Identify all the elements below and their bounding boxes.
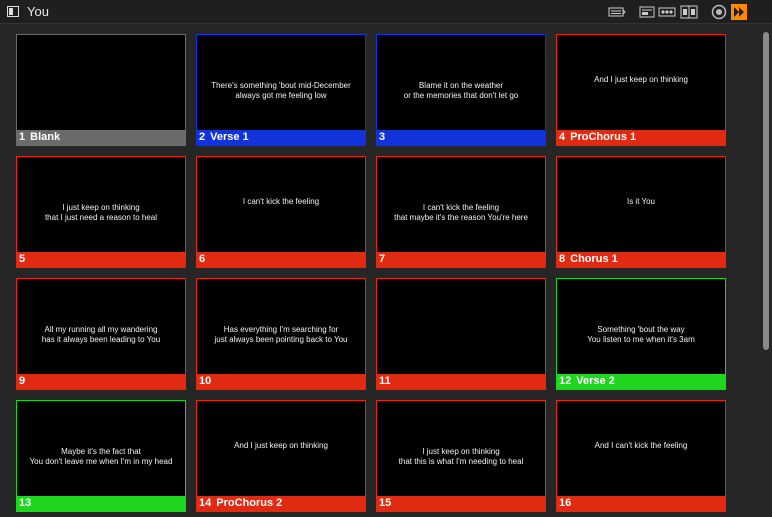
slide-label: 1 Blank (17, 130, 185, 145)
slide-label: 16 (557, 496, 725, 511)
vertical-scrollbar[interactable] (762, 28, 770, 514)
slide-lyrics (377, 297, 545, 373)
slide-number: 1 (19, 131, 26, 143)
slide-tile[interactable]: I can't kick the feeling that maybe it's… (376, 156, 546, 268)
slide-lyrics: Maybe it's the fact that You don't leave… (29, 447, 173, 466)
slide-number: 16 (559, 497, 572, 509)
slide-number: 4 (559, 131, 566, 143)
slide-number: 8 (559, 253, 566, 265)
slide-group-name: Verse 1 (210, 131, 249, 143)
slide-number: 13 (19, 497, 32, 509)
slide-lyrics: Blame it on the weather or the memories … (403, 81, 519, 100)
slide-label: 5 (17, 252, 185, 267)
slide-label: 7 (377, 252, 545, 267)
slide-label: 12 Verse 2 (557, 374, 725, 389)
slide-number: 6 (199, 253, 206, 265)
audio-icon[interactable] (658, 4, 676, 20)
slide-lyrics: All my running all my wandering has it a… (41, 325, 161, 344)
slide-lyrics: I can't kick the feeling that maybe it's… (394, 203, 528, 222)
split-icon[interactable] (680, 4, 698, 20)
slide-grid: 1 Blank There's something 'bout mid-Decemb… (0, 24, 758, 515)
slide-group-name: ProChorus 2 (216, 497, 283, 509)
play-next-icon[interactable] (730, 4, 748, 20)
slide-number: 7 (379, 253, 386, 265)
slide-number: 3 (379, 131, 386, 143)
slide-label: 11 (377, 374, 545, 389)
slide-label: 13 (17, 496, 185, 511)
presentation-icon[interactable] (7, 6, 19, 17)
keyboard-icon[interactable] (608, 4, 626, 20)
slide-label: 4 ProChorus 1 (557, 130, 725, 145)
slide-number: 10 (199, 375, 212, 387)
scroll-thumb[interactable] (763, 32, 769, 350)
record-icon[interactable] (710, 4, 728, 20)
slide-tile[interactable]: I just keep on thinking that this is wha… (376, 400, 546, 512)
slide-group-name: Chorus 1 (570, 253, 618, 265)
slide-lyrics: Something 'bout the way You listen to me… (587, 325, 695, 344)
slide-tile[interactable]: All my running all my wandering has it a… (16, 278, 186, 390)
slide-tile[interactable]: And I just keep on thinking 14 ProChorus 2 (196, 400, 366, 512)
slide-label: 2 Verse 1 (197, 130, 365, 145)
slide-group-name: Verse 2 (576, 375, 615, 387)
slide-group-name: ProChorus 1 (570, 131, 637, 143)
slide-number: 14 (199, 497, 212, 509)
slide-label: 8 Chorus 1 (557, 252, 725, 267)
slide-tile[interactable]: Blame it on the weather or the memories … (376, 34, 546, 146)
slide-tile[interactable]: And I just keep on thinking 4 ProChorus 1 (556, 34, 726, 146)
slide-tile[interactable]: And I can't kick the feeling 16 (556, 400, 726, 512)
display-icon[interactable] (638, 4, 656, 20)
slide-label: 10 (197, 374, 365, 389)
slide-lyrics: I just keep on thinking that this is wha… (398, 447, 524, 466)
slide-number: 9 (19, 375, 26, 387)
slide-group-name: Blank (30, 131, 61, 143)
slide-tile[interactable]: 1 Blank (16, 34, 186, 146)
slide-label: 9 (17, 374, 185, 389)
slide-label: 6 (197, 252, 365, 267)
slide-label: 3 (377, 130, 545, 145)
slide-label: 15 (377, 496, 545, 511)
slide-tile[interactable]: Is it You 8 Chorus 1 (556, 156, 726, 268)
slide-number: 11 (379, 375, 391, 387)
slide-number: 5 (19, 253, 26, 265)
slide-tile[interactable]: I can't kick the feeling 6 (196, 156, 366, 268)
slide-label: 14 ProChorus 2 (197, 496, 365, 511)
slide-lyrics: There's something 'bout mid-December alw… (211, 81, 351, 100)
window-title: You (27, 4, 49, 19)
slide-tile[interactable]: Has everything I'm searching for just al… (196, 278, 366, 390)
slide-tile[interactable]: 11 (376, 278, 546, 390)
slide-tile[interactable]: Maybe it's the fact that You don't leave… (16, 400, 186, 512)
slide-tile[interactable]: I just keep on thinking that I just need… (16, 156, 186, 268)
toolbar (608, 4, 748, 20)
slide-lyrics: Has everything I'm searching for just al… (214, 325, 348, 344)
slide-tile[interactable]: There's something 'bout mid-December alw… (196, 34, 366, 146)
slide-number: 15 (379, 497, 392, 509)
title-bar: You (0, 0, 772, 24)
slide-number: 2 (199, 131, 206, 143)
slide-lyrics: I just keep on thinking that I just need… (44, 203, 158, 222)
slide-lyrics (17, 53, 185, 129)
slide-number: 12 (559, 375, 572, 387)
slide-tile[interactable]: Something 'bout the way You listen to me… (556, 278, 726, 390)
